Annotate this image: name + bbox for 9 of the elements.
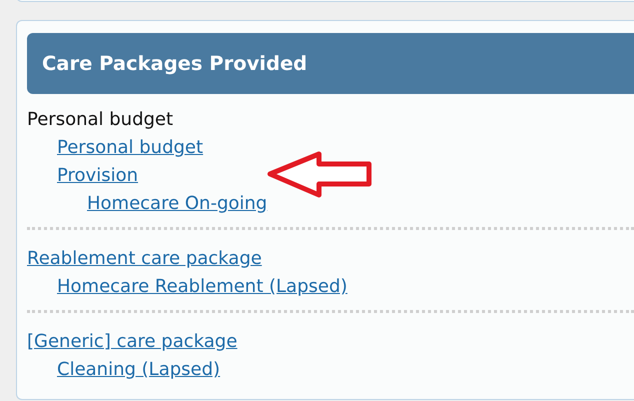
package-link[interactable]: Homecare On-going [87, 193, 268, 215]
package-link[interactable]: Reablement care package [27, 248, 262, 270]
package-link[interactable]: [Generic] care package [27, 331, 238, 353]
package-link[interactable]: Homecare Reablement (Lapsed) [57, 276, 348, 298]
group-label: Personal budget [27, 109, 174, 131]
package-link[interactable]: Provision [57, 165, 138, 187]
panel-title: Care Packages Provided [42, 52, 308, 75]
package-link[interactable]: Cleaning (Lapsed) [57, 359, 220, 381]
package-link[interactable]: Personal budget [57, 137, 204, 159]
